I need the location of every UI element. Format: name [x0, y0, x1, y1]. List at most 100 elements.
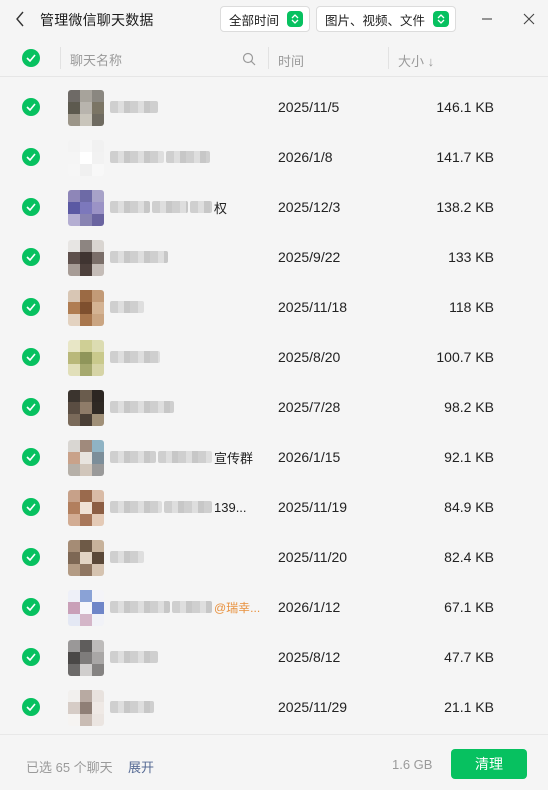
avatar [68, 440, 104, 476]
column-divider [268, 47, 269, 69]
time-filter-select[interactable]: 全部时间 [220, 6, 311, 32]
avatar [68, 290, 104, 326]
blurred-name [166, 151, 210, 163]
row-time: 2026/1/15 [278, 449, 341, 465]
check-icon [26, 503, 36, 511]
table-row[interactable]: 2025/8/20 100.7 KB [0, 332, 548, 382]
check-icon [26, 253, 36, 261]
row-checkbox[interactable] [22, 148, 40, 166]
avatar [68, 390, 104, 426]
row-checkbox[interactable] [22, 348, 40, 366]
row-time: 2025/8/12 [278, 649, 341, 665]
row-checkbox[interactable] [22, 298, 40, 316]
row-checkbox[interactable] [22, 98, 40, 116]
row-size: 133 KB [448, 249, 494, 265]
blurred-name [152, 201, 188, 213]
page-title: 管理微信聊天数据 [40, 12, 154, 28]
check-icon [26, 353, 36, 361]
row-time: 2025/11/18 [278, 299, 348, 315]
row-size: 82.4 KB [444, 549, 494, 565]
row-checkbox[interactable] [22, 248, 40, 266]
row-size: 21.1 KB [444, 699, 494, 715]
table-row[interactable]: 2025/11/18 118 KB [0, 282, 548, 332]
table-row[interactable]: 2025/8/12 47.7 KB [0, 632, 548, 682]
table-row[interactable]: 2025/11/5 146.1 KB [0, 82, 548, 132]
row-size: 138.2 KB [436, 199, 494, 215]
minimize-icon[interactable] [478, 10, 496, 28]
time-column-header[interactable]: 时间 [278, 51, 304, 70]
footer-bar: 已选 65 个聊天 展开 1.6 GB 清理 [0, 734, 548, 790]
blurred-name [190, 201, 212, 213]
chat-name: 权 [110, 196, 227, 218]
row-checkbox[interactable] [22, 498, 40, 516]
check-icon [26, 703, 36, 711]
row-checkbox[interactable] [22, 698, 40, 716]
table-row[interactable]: @瑞幸... 2026/1/12 67.1 KB [0, 582, 548, 632]
size-column-header[interactable]: 大小 ↓ [398, 51, 434, 70]
chat-name-visible: 139... [214, 499, 247, 515]
avatar [68, 640, 104, 676]
avatar [68, 590, 104, 626]
table-row[interactable]: 2025/11/20 82.4 KB [0, 532, 548, 582]
table-row[interactable]: 2025/7/28 98.2 KB [0, 382, 548, 432]
row-time: 2025/11/19 [278, 499, 348, 515]
blurred-name [110, 201, 150, 213]
row-checkbox[interactable] [22, 448, 40, 466]
avatar [68, 140, 104, 176]
row-size: 84.9 KB [444, 499, 494, 515]
blurred-name [110, 101, 158, 113]
table-row[interactable]: 2025/9/22 133 KB [0, 232, 548, 282]
time-filter-label: 全部时间 [229, 13, 280, 28]
row-time: 2026/1/12 [278, 599, 341, 615]
chat-name [110, 396, 176, 418]
row-size: 100.7 KB [436, 349, 494, 365]
search-icon[interactable] [242, 52, 256, 69]
blurred-name [110, 401, 174, 413]
row-size: 146.1 KB [436, 99, 494, 115]
row-checkbox[interactable] [22, 598, 40, 616]
type-filter-select[interactable]: 图片、视频、文件 [316, 6, 457, 32]
close-icon[interactable] [520, 10, 538, 28]
row-checkbox[interactable] [22, 398, 40, 416]
check-icon [26, 653, 36, 661]
name-search-field[interactable]: 聊天名称 [60, 45, 268, 73]
back-icon[interactable] [12, 10, 28, 28]
row-size: 141.7 KB [436, 149, 494, 165]
chat-name [110, 696, 156, 718]
total-size: 1.6 GB [392, 757, 433, 772]
expand-link[interactable]: 展开 [128, 757, 154, 776]
select-all-checkbox[interactable] [22, 49, 40, 67]
row-time: 2025/11/5 [278, 99, 340, 115]
check-icon [22, 49, 40, 67]
chat-name [110, 146, 212, 168]
chat-name-visible: 权 [214, 200, 228, 216]
row-size: 47.7 KB [444, 649, 494, 665]
blurred-name [110, 351, 160, 363]
blurred-name [110, 301, 144, 313]
chat-name [110, 246, 170, 268]
row-checkbox[interactable] [22, 198, 40, 216]
row-size: 98.2 KB [444, 399, 494, 415]
table-row[interactable]: 宣传群 2026/1/15 92.1 KB [0, 432, 548, 482]
check-icon [26, 153, 36, 161]
check-icon [26, 453, 36, 461]
check-icon [26, 303, 36, 311]
table-row[interactable]: 权 2025/12/3 138.2 KB [0, 182, 548, 232]
chat-name [110, 646, 160, 668]
row-checkbox[interactable] [22, 548, 40, 566]
table-header: 聊天名称 时间 大小 ↓ [0, 41, 548, 77]
row-time: 2026/1/8 [278, 149, 333, 165]
avatar [68, 490, 104, 526]
table-row[interactable]: 139... 2025/11/19 84.9 KB [0, 482, 548, 532]
chat-name [110, 346, 162, 368]
chat-name [110, 96, 160, 118]
row-checkbox[interactable] [22, 648, 40, 666]
chat-name: @瑞幸... [110, 596, 260, 618]
row-time: 2025/9/22 [278, 249, 341, 265]
table-row[interactable]: 2025/11/29 21.1 KB [0, 682, 548, 732]
chat-name-visible: @瑞幸... [214, 600, 261, 615]
avatar [68, 540, 104, 576]
clean-button[interactable]: 清理 [451, 749, 527, 779]
selected-count: 已选 65 个聊天 [26, 760, 113, 775]
table-row[interactable]: 2026/1/8 141.7 KB [0, 132, 548, 182]
